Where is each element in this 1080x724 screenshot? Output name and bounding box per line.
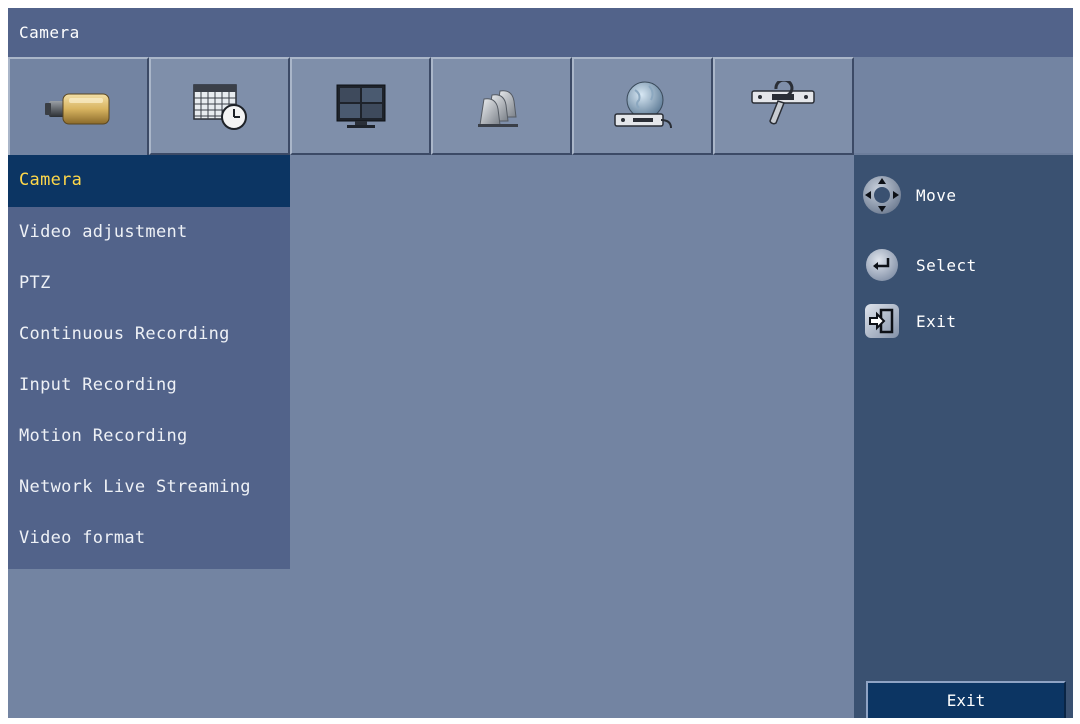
- window-title: Camera: [19, 23, 80, 42]
- hint-select-label: Select: [916, 255, 977, 275]
- tab-bar-filler: [854, 57, 1073, 155]
- wrench-device-icon: [750, 81, 815, 125]
- hint-move-label: Move: [916, 185, 957, 205]
- menu-item-motion-recording[interactable]: Motion Recording: [8, 411, 290, 462]
- menu-item-camera[interactable]: Camera: [8, 155, 290, 207]
- tab-schedule[interactable]: [149, 57, 290, 155]
- monitor-icon: [336, 84, 385, 128]
- tab-bar: [8, 57, 1073, 157]
- menu-item-video-adjustment[interactable]: Video adjustment: [8, 207, 290, 258]
- hint-select: Select: [862, 245, 977, 285]
- menu-item-ptz[interactable]: PTZ: [8, 258, 290, 309]
- network-globe-icon: [613, 81, 672, 129]
- menu-item-network-live-streaming[interactable]: Network Live Streaming: [8, 462, 290, 513]
- tab-network[interactable]: [572, 57, 713, 155]
- tab-system[interactable]: [713, 57, 854, 155]
- osd-window: Camera Camera Video adjustment PTZ Conti…: [8, 8, 1073, 718]
- alarm-bells-icon: [477, 90, 518, 127]
- camera-menu: Camera Video adjustment PTZ Continuous R…: [8, 155, 290, 569]
- hint-move: Move: [862, 175, 957, 215]
- hint-exit: Exit: [862, 301, 957, 341]
- tab-display[interactable]: [290, 57, 431, 155]
- hint-exit-label: Exit: [916, 311, 957, 331]
- exit-icon: [862, 301, 902, 341]
- enter-icon: [862, 245, 902, 285]
- title-bar: Camera: [8, 8, 1073, 57]
- menu-item-continuous-recording[interactable]: Continuous Recording: [8, 309, 290, 360]
- exit-button[interactable]: Exit: [866, 681, 1066, 718]
- help-panel: Move Select Exit Exit: [854, 155, 1073, 718]
- tab-camera[interactable]: [8, 57, 149, 157]
- menu-item-input-recording[interactable]: Input Recording: [8, 360, 290, 411]
- calendar-clock-icon: [192, 84, 247, 130]
- camera-icon: [44, 93, 109, 125]
- tab-alarm[interactable]: [431, 57, 572, 155]
- dpad-icon: [862, 175, 902, 215]
- menu-item-video-format[interactable]: Video format: [8, 513, 290, 564]
